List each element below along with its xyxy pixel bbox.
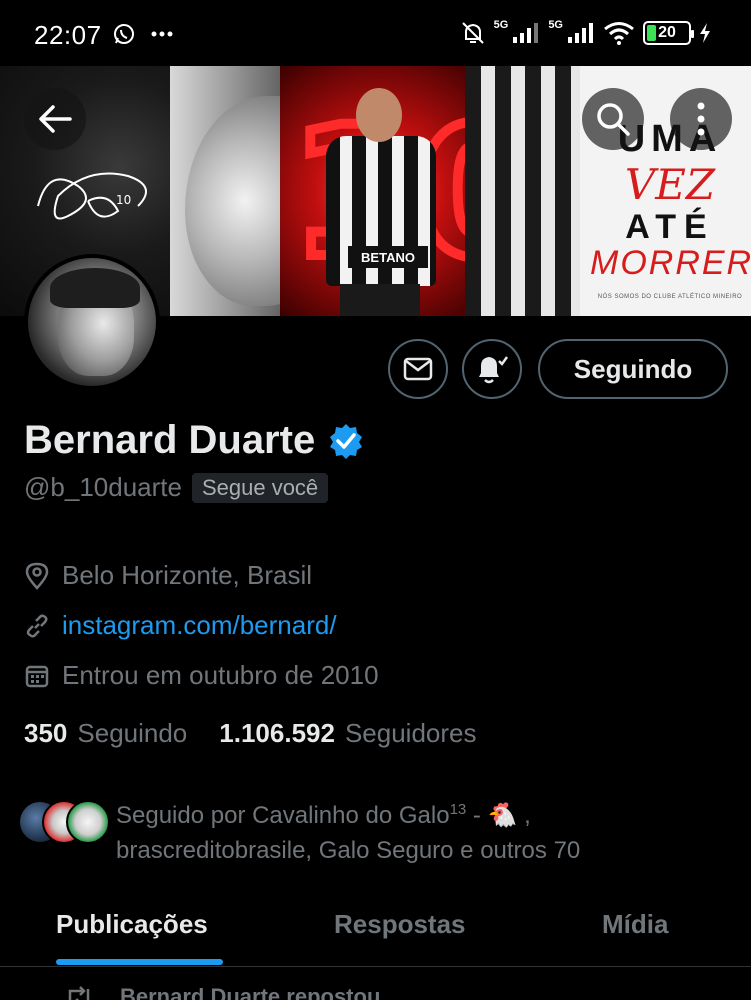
signal-icon-1 (513, 23, 539, 43)
slogan-small-print: NÓS SOMOS DO CLUBE ATLÉTICO MINEIRO (597, 294, 743, 300)
signal-icon-2 (568, 23, 593, 43)
status-bar: 22:07 5G 5G 20 (0, 0, 751, 66)
following-label[interactable]: Seguindo (77, 718, 187, 749)
repost-icon (68, 986, 90, 1000)
profile-avatar[interactable] (24, 254, 160, 390)
search-button[interactable] (582, 88, 644, 150)
message-button[interactable] (388, 339, 448, 399)
slogan-line-3: ATÉ (625, 208, 715, 246)
battery-text: 20 (658, 24, 676, 41)
verified-badge-icon[interactable] (327, 422, 365, 460)
bell-check-icon (479, 356, 509, 384)
back-arrow-icon (39, 105, 72, 133)
tab-media[interactable]: Mídia (602, 909, 668, 940)
followers-label[interactable]: Seguidores (345, 718, 477, 749)
banner-player: BETANO (318, 88, 438, 316)
player-shorts (340, 284, 420, 316)
profile-screen: 22:07 5G 5G 20 10 BETANO UMA VEZ ATÉ MOR… (0, 0, 751, 1000)
follows-you-badge: Segue você (191, 472, 329, 503)
banner-stripes (465, 66, 580, 316)
tab-replies[interactable]: Respostas (334, 909, 466, 940)
slogan-line-2: VEZ (624, 160, 716, 209)
website-row: instagram.com/bernard/ (24, 610, 337, 641)
profile-name-row: Bernard Duarte (24, 418, 365, 463)
followers-count[interactable]: 1.106.592 (219, 718, 335, 749)
network-label-2: 5G (548, 19, 563, 31)
player-head (356, 88, 402, 142)
active-tab-indicator (56, 959, 223, 965)
display-name: Bernard Duarte (24, 418, 316, 462)
back-button[interactable] (24, 88, 86, 150)
status-system-icons: 5G 5G 20 (460, 19, 711, 46)
location-text: Belo Horizonte, Brasil (62, 560, 312, 590)
website-link[interactable]: instagram.com/bernard/ (62, 610, 337, 641)
handle: @b_10duarte (24, 472, 182, 502)
repost-header: Bernard Duarte repostou (64, 984, 380, 1000)
calendar-icon (25, 665, 49, 687)
signature-graphic: 10 (37, 172, 147, 220)
search-icon (597, 103, 630, 136)
more-vertical-icon (697, 102, 705, 136)
slogan-line-4: MORRER (590, 244, 751, 282)
link-icon (26, 613, 48, 638)
battery-fill (647, 25, 656, 41)
more-options-button[interactable] (670, 88, 732, 150)
followed-by-row[interactable]: Seguido por Cavalinho do Galo13 - 🐔 , br… (18, 792, 716, 868)
mail-icon (403, 357, 433, 381)
follow-stats: 350 Seguindo 1.106.592 Seguidores (24, 718, 499, 749)
player-sponsor: BETANO (348, 246, 428, 268)
joined-row: Entrou em outubro de 2010 (24, 660, 379, 691)
joined-text: Entrou em outubro de 2010 (62, 660, 379, 690)
status-time: 22:07 (34, 20, 102, 50)
wifi-icon (604, 22, 634, 45)
notifications-button[interactable] (462, 339, 522, 399)
profile-tabs: Publicações Respostas Mídia (0, 895, 751, 967)
player-shirt: BETANO (326, 136, 436, 286)
followed-by-avatars (18, 792, 110, 846)
whatsapp-icon (114, 24, 134, 44)
handle-row: @b_10duarte Segue você (24, 472, 329, 503)
more-notifications-icon (151, 31, 173, 37)
mute-bell-icon (461, 22, 484, 44)
location-pin-icon (25, 562, 49, 590)
status-notification-icons (112, 22, 174, 46)
svg-text:10: 10 (116, 193, 131, 207)
following-count[interactable]: 350 (24, 718, 67, 749)
followed-by-prefix: Seguido por Cavalinho do Galo (116, 802, 450, 829)
following-button[interactable]: Seguindo (538, 339, 728, 399)
battery-indicator: 20 (643, 21, 694, 45)
network-label-1: 5G (493, 19, 509, 31)
followed-by-text: Seguido por Cavalinho do Galo13 - 🐔 , br… (116, 792, 716, 868)
repost-text: Bernard Duarte repostou (120, 984, 381, 1000)
tab-posts[interactable]: Publicações (56, 909, 208, 940)
charging-icon (700, 23, 710, 43)
follower-avatar-3 (66, 800, 110, 844)
avatar-hair (50, 268, 140, 308)
followed-by-superscript: 13 (449, 801, 467, 818)
location-row: Belo Horizonte, Brasil (24, 560, 312, 591)
